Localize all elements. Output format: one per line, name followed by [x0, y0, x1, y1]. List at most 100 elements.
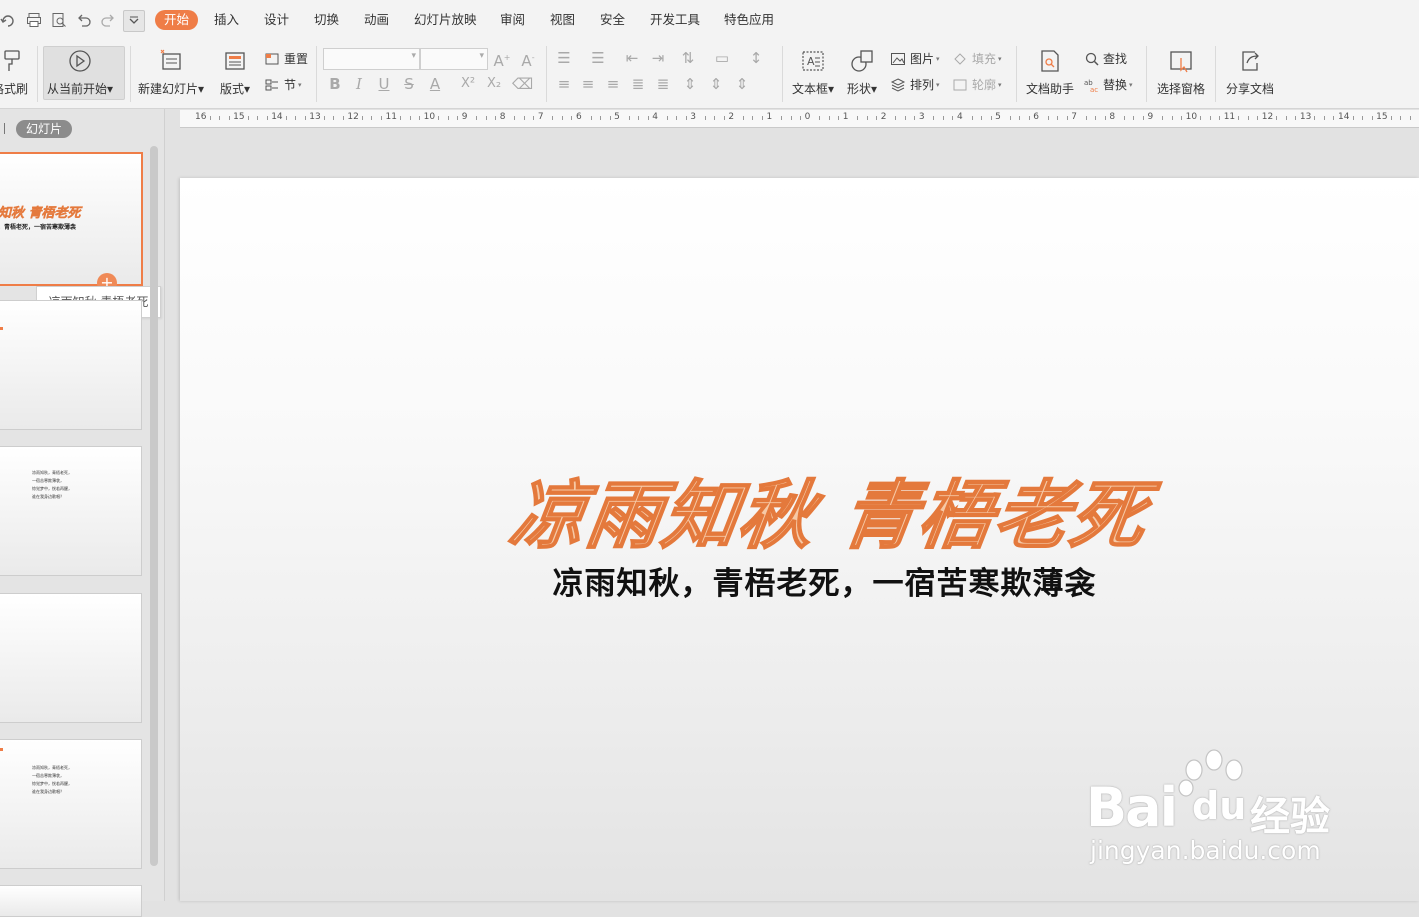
format-painter-button[interactable]: 格式刷 — [0, 48, 28, 97]
ruler-tick — [457, 116, 459, 120]
new-slide-button[interactable]: 新建幻灯片▾ — [138, 48, 204, 97]
ruler-tick — [371, 116, 373, 120]
tab-animations[interactable]: 动画 — [364, 10, 389, 30]
search-icon — [1085, 52, 1099, 66]
distribute-icon[interactable]: ≣ — [653, 74, 673, 94]
align-center-icon[interactable]: ≡ — [578, 74, 598, 94]
find-button[interactable]: 查找 — [1084, 50, 1127, 67]
slide-thumbnail-6[interactable] — [0, 885, 142, 917]
redo-icon[interactable] — [0, 10, 18, 30]
redo-arrow-icon[interactable] — [98, 10, 118, 30]
section-button[interactable]: 节 ▾ — [264, 76, 302, 93]
ruler-label: 1 — [842, 112, 849, 122]
align-left-icon[interactable]: ≡ — [554, 74, 574, 94]
ruler-label: 10 — [423, 112, 436, 122]
strikethrough-icon[interactable]: S — [399, 74, 419, 94]
ruler-tick — [666, 116, 668, 120]
ruler-tick — [552, 116, 554, 120]
tab-slideshow[interactable]: 幻灯片放映 — [414, 10, 477, 30]
svg-text:A: A — [807, 55, 815, 68]
tab-transitions[interactable]: 切换 — [314, 10, 339, 30]
subscript-icon[interactable]: X₂ — [484, 74, 504, 94]
layout-button[interactable]: 版式▾ — [220, 48, 250, 97]
font-name-combo[interactable] — [323, 48, 420, 70]
thumbnail-line: 一宿苦寒欺薄衾， — [32, 478, 64, 483]
superscript-icon[interactable]: X² — [458, 74, 478, 94]
customize-toolbar-icon[interactable] — [123, 10, 145, 32]
slide-thumbnail-3[interactable]: 凉雨知秋，青梧老死， 一宿苦寒欺薄衾， 惊觉梦中，恍若再醒， 谁在我身边歌唱？ — [0, 446, 142, 576]
ruler-tick — [438, 116, 440, 120]
slide-thumbnail-5[interactable]: 凉雨知秋，青梧老死， 一宿苦寒欺薄衾， 惊觉梦中，恍若再醒， 谁在我身边歌唱？ — [0, 739, 142, 869]
line-spacing-icon[interactable]: ↕ — [746, 48, 766, 68]
ruler-label: 9 — [461, 112, 468, 122]
numbering-icon[interactable]: ☰ — [588, 48, 608, 68]
slide-thumbnail-1[interactable]: 知秋 青梧老死 ，青梧老死，一宿苦寒欺薄衾 — [0, 152, 143, 286]
font-size-combo[interactable] — [420, 48, 488, 70]
tab-security[interactable]: 安全 — [600, 10, 625, 30]
doc-assistant-button[interactable]: 文档助手 — [1026, 48, 1074, 97]
line-space-icon[interactable]: ⇕ — [706, 74, 726, 94]
ruler-label: 3 — [918, 112, 925, 122]
slide-thumbnail-4[interactable] — [0, 593, 142, 723]
bold-icon[interactable]: B — [325, 74, 345, 94]
text-direction-icon[interactable]: ⇅ — [678, 48, 698, 68]
ribbon: 格式刷 从当前开始▾ 新建幻灯片▾ 版式▾ 重置 节▾ A+ A- B I U … — [0, 40, 1419, 109]
increase-indent-icon[interactable]: ⇥ — [648, 48, 668, 68]
text-box-button[interactable]: A 文本框▾ — [792, 48, 834, 97]
ruler-label: 11 — [1223, 112, 1236, 122]
slide-title[interactable]: 凉雨知秋 青梧老死 — [172, 456, 1419, 563]
ruler-tick — [1295, 116, 1297, 120]
columns-icon[interactable]: ⇕ — [732, 74, 752, 94]
tab-insert[interactable]: 插入 — [214, 10, 239, 30]
ruler-label: 1 — [766, 112, 773, 122]
fill-button[interactable]: 填充 ▾ — [952, 50, 1002, 67]
decrease-indent-icon[interactable]: ⇤ — [622, 48, 642, 68]
tab-outline-edge[interactable] — [0, 123, 5, 134]
ruler-tick — [1009, 116, 1011, 120]
reset-button[interactable]: 重置 — [264, 50, 308, 67]
slide-thumbnail-2[interactable] — [0, 300, 142, 430]
selection-pane-button[interactable]: 选择窗格 — [1157, 48, 1205, 97]
divider — [37, 46, 38, 102]
font-color-icon[interactable]: A — [425, 74, 445, 94]
arrange-button[interactable]: 排列 ▾ — [890, 76, 940, 93]
ruler-tick — [828, 116, 830, 120]
fill-icon — [954, 52, 966, 65]
clear-format-icon[interactable]: ⌫ — [512, 74, 533, 94]
ruler-label: 7 — [1071, 112, 1078, 122]
underline-icon[interactable]: U — [374, 74, 394, 94]
replace-label: 替换 — [1103, 78, 1128, 92]
tab-view[interactable]: 视图 — [550, 10, 575, 30]
undo-icon[interactable] — [74, 10, 94, 30]
selection-pane-label: 选择窗格 — [1157, 82, 1206, 96]
print-icon[interactable] — [24, 10, 44, 30]
align-right-icon[interactable]: ≡ — [603, 74, 623, 94]
replace-button[interactable]: ab ac 替换 ▾ — [1084, 76, 1133, 93]
bullets-icon[interactable]: ☰ — [554, 48, 574, 68]
print-preview-icon[interactable] — [49, 10, 69, 30]
slide-subtitle[interactable]: 凉雨知秋，青梧老死，一宿苦寒欺薄衾 — [180, 558, 1419, 603]
italic-icon[interactable]: I — [349, 74, 369, 94]
tab-special[interactable]: 特色应用 — [724, 10, 774, 30]
tab-design[interactable]: 设计 — [264, 10, 289, 30]
decrease-font-icon[interactable]: A- — [518, 48, 538, 71]
share-doc-button[interactable]: 分享文档 — [1226, 48, 1274, 97]
ruler-tick — [761, 116, 763, 120]
divider — [130, 46, 131, 102]
ruler-tick — [1066, 116, 1068, 120]
selection-pane-icon — [1170, 51, 1192, 73]
para-spacing-icon[interactable]: ⇕ — [680, 74, 700, 94]
picture-button[interactable]: 图片 ▾ — [890, 50, 940, 67]
increase-font-icon[interactable]: A+ — [492, 48, 512, 71]
tab-home[interactable]: 开始 — [155, 10, 199, 30]
panel-scrollbar[interactable] — [150, 146, 158, 866]
align-text-icon[interactable]: ▭ — [712, 48, 732, 68]
justify-icon[interactable]: ≣ — [628, 74, 648, 94]
outline-button[interactable]: 轮廓 ▾ — [952, 76, 1002, 93]
ruler-tick — [1352, 116, 1354, 120]
shape-button[interactable]: 形状▾ — [847, 48, 877, 97]
tab-slides[interactable]: 幻灯片 — [16, 120, 73, 138]
tab-developer[interactable]: 开发工具 — [650, 10, 700, 30]
tab-review[interactable]: 审阅 — [500, 10, 525, 30]
thumbnail-mark — [0, 327, 3, 330]
